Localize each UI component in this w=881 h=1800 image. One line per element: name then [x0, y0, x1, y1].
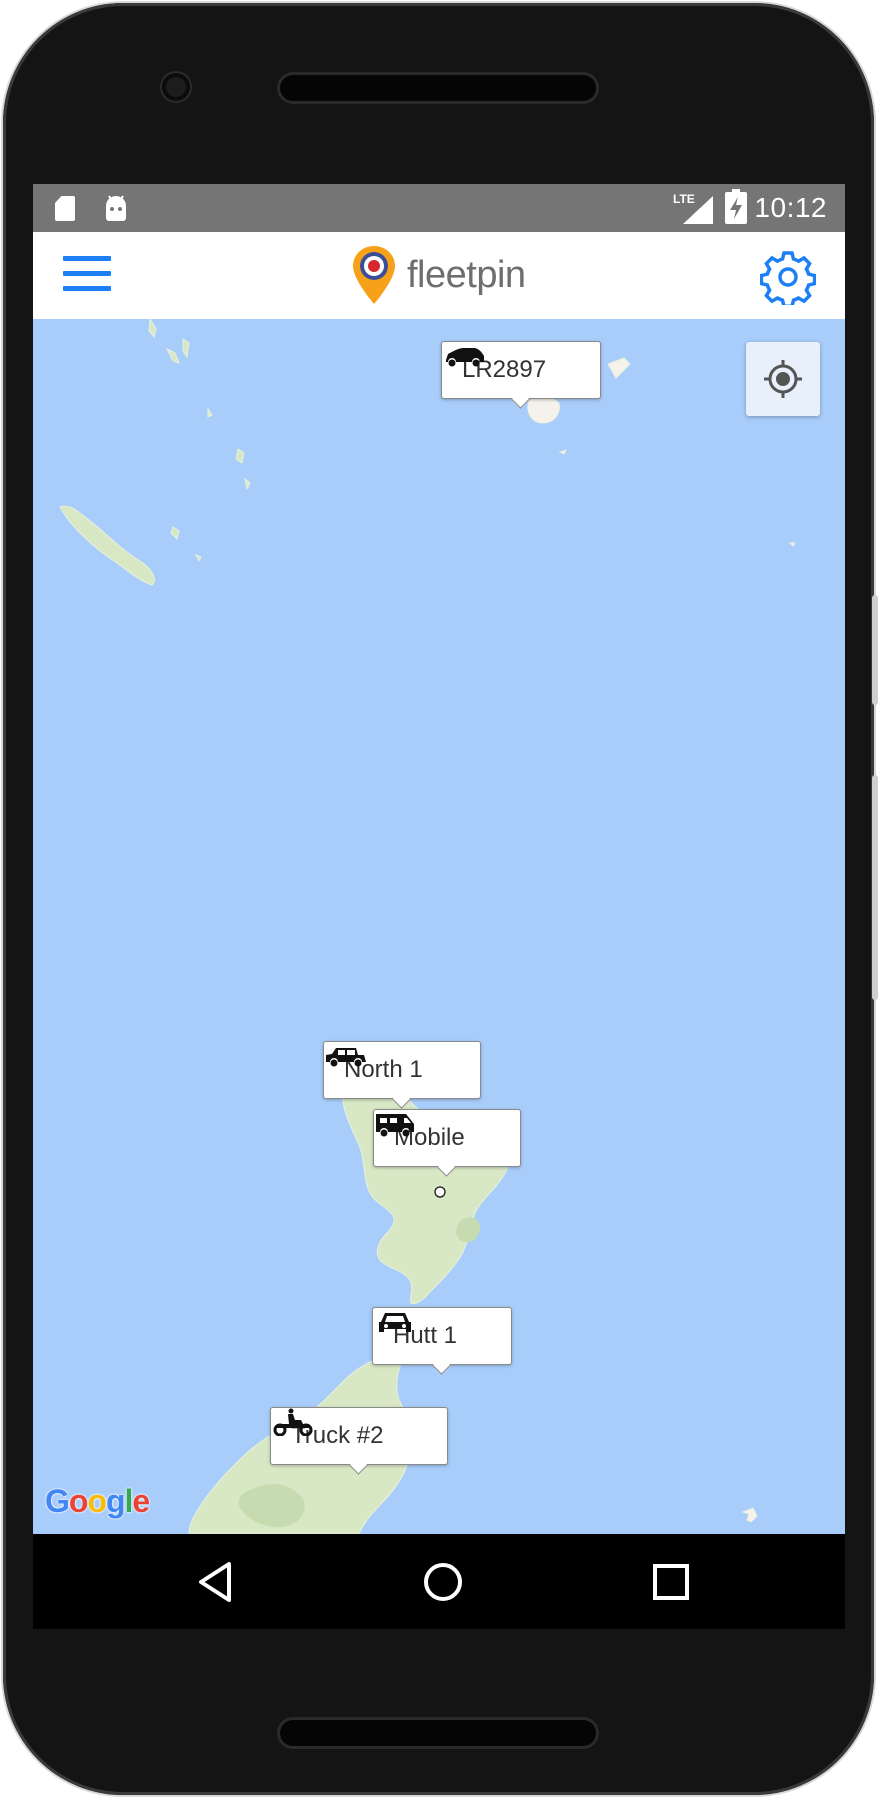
- map-pin-icon: [353, 246, 395, 304]
- navigation-bar: [33, 1534, 845, 1629]
- volume-button: [872, 595, 878, 705]
- front-camera: [162, 73, 190, 101]
- vehicle-marker-north-1[interactable]: North 1: [323, 1041, 481, 1099]
- lte-icon: LTE: [673, 192, 695, 206]
- home-icon: [424, 1563, 462, 1601]
- app-logo: fleetpin: [351, 242, 526, 308]
- jeep-icon: [326, 1048, 366, 1067]
- locate-button[interactable]: [746, 342, 820, 416]
- back-icon: [199, 1562, 231, 1602]
- suv-icon: [446, 348, 484, 367]
- google-attribution: Google: [45, 1483, 150, 1519]
- clock: 10:12: [754, 192, 827, 223]
- app-header: fleetpin: [33, 232, 845, 319]
- back-button[interactable]: [191, 1556, 243, 1608]
- bottom-speaker: [280, 1720, 596, 1746]
- power-button: [872, 775, 878, 1000]
- bolt-icon: [730, 197, 742, 219]
- location-dot: [434, 1186, 446, 1198]
- quad-bike-icon: [273, 1408, 313, 1436]
- android-icon: [106, 195, 126, 221]
- recents-icon: [653, 1564, 689, 1600]
- car-icon: [379, 1313, 411, 1332]
- status-bar: LTE 10:12: [33, 184, 845, 232]
- top-speaker: [280, 75, 596, 101]
- gear-icon: [759, 251, 817, 308]
- map-view[interactable]: LR2897 North 1 Mobile Hutt 1 Truck #2 Go…: [33, 319, 845, 1534]
- brand-name: fleetpin: [407, 253, 526, 296]
- campervan-icon: [376, 1114, 414, 1137]
- sd-card-icon: [55, 196, 75, 221]
- vehicle-marker-hutt-1[interactable]: Hutt 1: [372, 1307, 512, 1365]
- home-button[interactable]: [417, 1556, 469, 1608]
- screen: LTE 10:12 fleetpin LR2897 North 1 Mobile…: [33, 184, 845, 1629]
- menu-button[interactable]: [63, 254, 115, 296]
- recents-button[interactable]: [645, 1556, 697, 1608]
- vehicle-marker-lr2897[interactable]: LR2897: [441, 341, 601, 399]
- vehicle-marker-truck-2[interactable]: Truck #2: [270, 1407, 448, 1465]
- crosshair-icon: [764, 360, 802, 398]
- vehicle-marker-mobile[interactable]: Mobile: [373, 1109, 521, 1167]
- settings-button[interactable]: [759, 249, 817, 308]
